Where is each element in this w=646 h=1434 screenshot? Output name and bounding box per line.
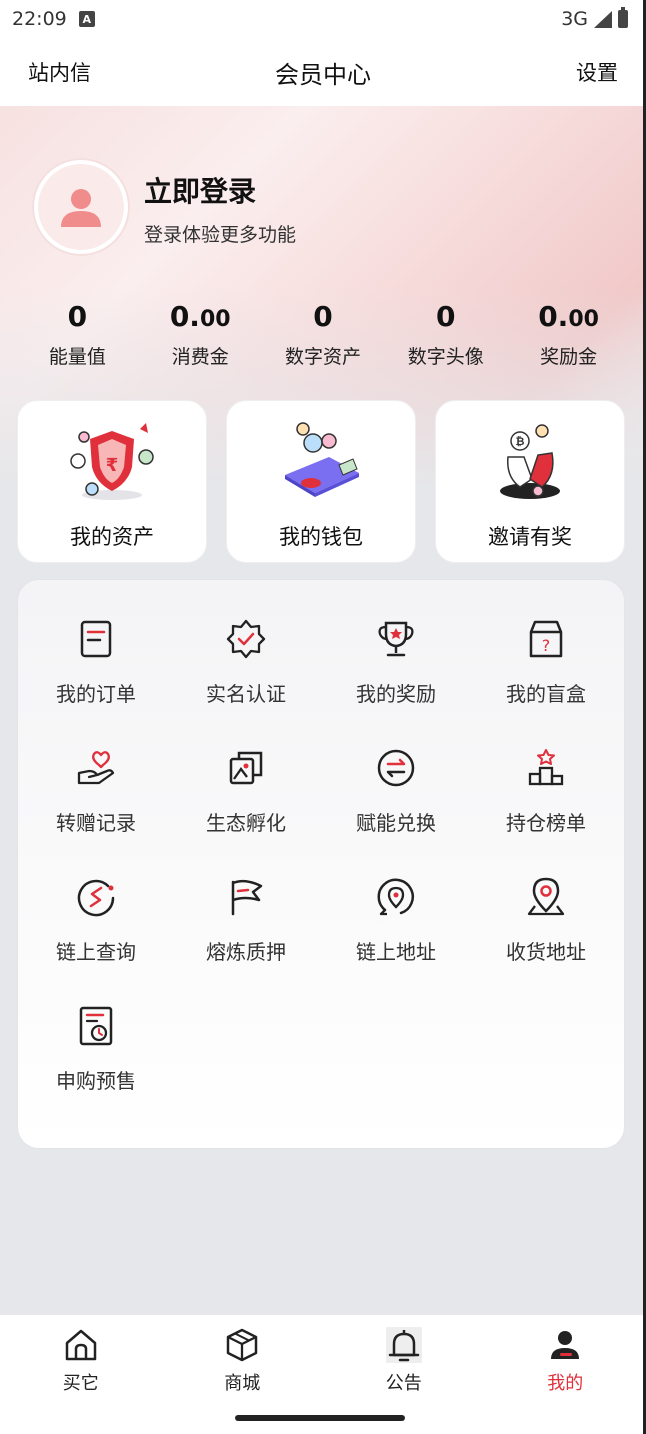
- settings-link[interactable]: 设置: [576, 57, 618, 87]
- avatar[interactable]: [32, 158, 130, 256]
- phone-wallet-icon: [285, 422, 359, 497]
- menu-item-presale[interactable]: 申购预售: [21, 1005, 171, 1105]
- trophy-icon: [378, 621, 414, 657]
- function-menu: 我的订单 实名认证 我的奖励 ? 我的盲盒 转赠记录 生态孵化 赋能兑换 持仓榜…: [17, 579, 625, 1149]
- svg-text:₹: ₹: [106, 455, 119, 476]
- stat-value: 0: [67, 300, 88, 333]
- stat-energy[interactable]: 0 能量值: [16, 300, 139, 369]
- tab-buy[interactable]: 买它: [0, 1315, 162, 1405]
- menu-label: 持仓榜单: [506, 811, 586, 835]
- home-indicator[interactable]: [235, 1415, 405, 1421]
- menu-item-verification[interactable]: 实名认证: [171, 618, 321, 718]
- tab-label: 我的: [547, 1373, 584, 1394]
- app-header: 站内信 会员中心 设置: [0, 38, 646, 106]
- stat-value: 0.: [169, 300, 200, 333]
- user-icon: [551, 1331, 580, 1359]
- card-label: 我的钱包: [279, 525, 363, 549]
- stat-label: 奖励金: [540, 346, 598, 368]
- exchange-icon: [377, 749, 415, 787]
- menu-item-exchange[interactable]: 赋能兑换: [321, 747, 471, 847]
- stats-row: 0 能量值 0.00 消费金 0 数字资产 0 数字头像 0.00 奖励金: [16, 300, 630, 369]
- menu-label: 链上查询: [56, 940, 136, 964]
- menu-item-incubation[interactable]: 生态孵化: [171, 747, 321, 847]
- card-label: 邀请有奖: [488, 525, 572, 549]
- menu-label: 链上地址: [356, 940, 436, 964]
- menu-label: 我的订单: [56, 682, 136, 706]
- home-icon: [65, 1329, 96, 1361]
- svg-text:?: ?: [542, 636, 551, 655]
- tab-mall[interactable]: 商城: [162, 1315, 324, 1405]
- tab-label: 公告: [385, 1373, 422, 1394]
- card-label: 我的资产: [70, 525, 154, 549]
- inbox-link[interactable]: 站内信: [28, 57, 91, 87]
- login-subtitle: 登录体验更多功能: [144, 224, 297, 246]
- invite-reward-card[interactable]: ₿ 邀请有奖: [435, 400, 625, 563]
- accessibility-icon: A: [78, 11, 95, 27]
- box-icon: [227, 1328, 258, 1362]
- tab-notice[interactable]: 公告: [323, 1315, 485, 1405]
- menu-item-holding-rank[interactable]: 持仓榜单: [471, 747, 621, 847]
- stat-digital-assets[interactable]: 0 数字资产: [262, 300, 385, 369]
- stat-digital-avatar[interactable]: 0 数字头像: [384, 300, 507, 369]
- chain-query-icon: [77, 879, 115, 917]
- order-icon: [80, 620, 112, 658]
- menu-item-gift-records[interactable]: 转赠记录: [21, 747, 171, 847]
- menu-item-chain-address[interactable]: 链上地址: [321, 876, 471, 976]
- menu-label: 申购预售: [56, 1069, 136, 1093]
- status-bar: 22:09 A 3G: [0, 0, 646, 38]
- ranking-icon: [528, 749, 564, 786]
- signal-icon: [594, 10, 612, 28]
- user-avatar-icon: [61, 189, 101, 227]
- stat-label: 消费金: [171, 346, 229, 368]
- shield-coins-icon: ₹: [70, 423, 154, 500]
- tab-label: 买它: [62, 1373, 99, 1394]
- menu-label: 我的盲盒: [506, 682, 586, 706]
- stat-value: 0: [436, 300, 456, 333]
- gift-hand-icon: [77, 751, 115, 785]
- battery-icon: [618, 7, 628, 28]
- handshake-bitcoin-icon: ₿: [500, 424, 560, 499]
- stat-decimal: 00: [199, 307, 231, 332]
- feature-cards: ₹ 我的资产 我的钱包 ₿ 邀请有奖: [17, 400, 625, 563]
- menu-item-shipping-address[interactable]: 收货地址: [471, 876, 621, 976]
- menu-label: 生态孵化: [206, 811, 286, 835]
- bell-icon: [385, 1327, 422, 1363]
- menu-label: 赋能兑换: [356, 811, 436, 835]
- my-assets-card[interactable]: ₹ 我的资产: [17, 400, 207, 563]
- stat-value: 0.: [538, 300, 569, 333]
- stat-label: 数字头像: [407, 346, 484, 368]
- page-title: 会员中心: [275, 60, 371, 89]
- menu-label: 实名认证: [206, 682, 286, 706]
- menu-label: 转赠记录: [56, 811, 136, 835]
- tab-label: 商城: [224, 1373, 261, 1394]
- stat-label: 数字资产: [284, 346, 361, 368]
- menu-item-orders[interactable]: 我的订单: [21, 618, 171, 718]
- svg-text:₿: ₿: [516, 435, 525, 448]
- location-pin-icon: [527, 877, 565, 916]
- menu-item-smelt-stake[interactable]: 熔炼质押: [171, 876, 321, 976]
- menu-label: 收货地址: [506, 940, 586, 964]
- stat-consume[interactable]: 0.00 消费金: [139, 300, 262, 369]
- network-type: 3G: [561, 8, 588, 30]
- stat-decimal: 00: [568, 307, 599, 332]
- my-wallet-card[interactable]: 我的钱包: [226, 400, 416, 563]
- flag-icon: [231, 879, 263, 916]
- status-time: 22:09: [12, 8, 67, 30]
- stat-reward[interactable]: 0.00 奖励金: [507, 300, 630, 369]
- presale-doc-icon: [79, 1006, 113, 1046]
- chain-location-icon: [377, 878, 414, 916]
- verified-badge-icon: [226, 619, 266, 659]
- menu-label: 熔炼质押: [206, 940, 286, 964]
- menu-label: 我的奖励: [356, 682, 436, 706]
- login-button[interactable]: 立即登录: [144, 170, 256, 210]
- incubate-icon: [229, 751, 263, 785]
- blind-box-icon: ?: [529, 620, 563, 658]
- stat-value: 0: [313, 300, 333, 333]
- menu-item-blind-box[interactable]: ? 我的盲盒: [471, 618, 621, 718]
- tab-mine[interactable]: 我的: [485, 1315, 646, 1405]
- menu-item-chain-query[interactable]: 链上查询: [21, 876, 171, 976]
- stat-label: 能量值: [48, 346, 106, 368]
- menu-item-rewards[interactable]: 我的奖励: [321, 618, 471, 718]
